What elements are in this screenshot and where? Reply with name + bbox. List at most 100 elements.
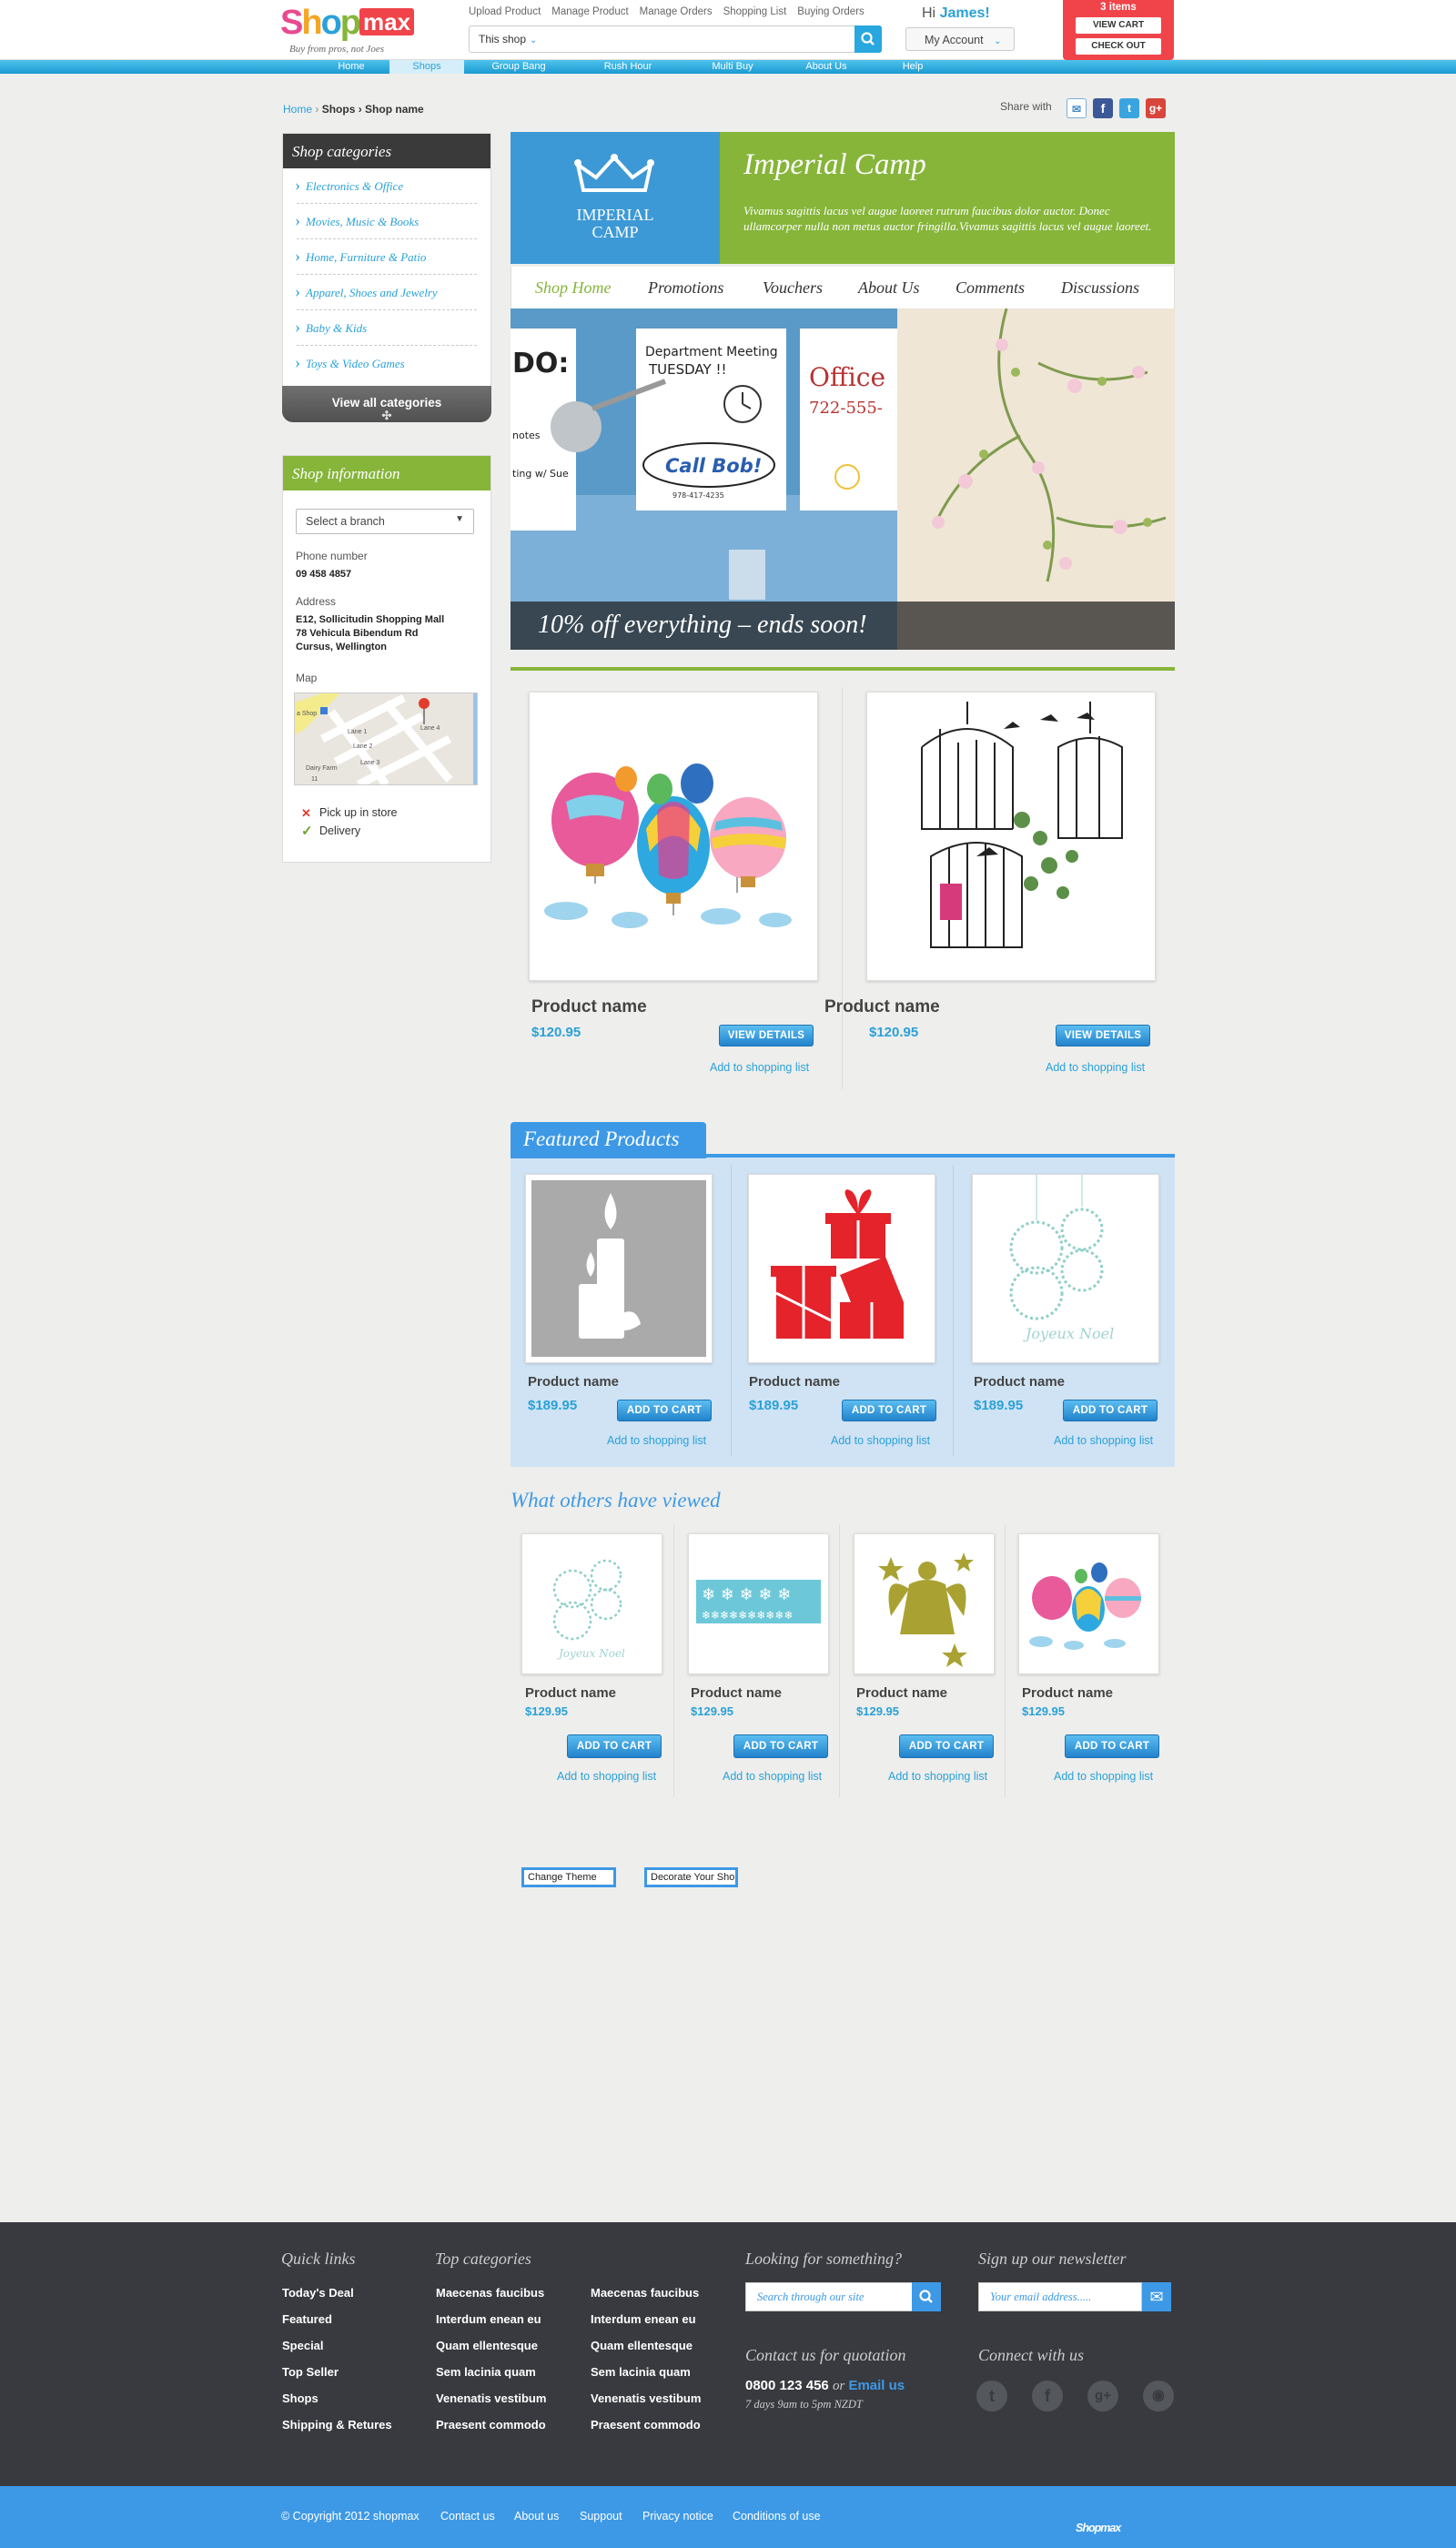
footer-search-input[interactable]: Search through our site [745, 2282, 915, 2311]
manage-product-link[interactable]: Manage Product [551, 6, 628, 17]
add-to-shopping-list-link[interactable]: Add to shopping list [607, 1434, 706, 1447]
category-baby[interactable]: Baby & Kids [295, 309, 477, 346]
add-to-shopping-list-link[interactable]: Add to shopping list [1046, 1061, 1145, 1074]
about-us-link[interactable]: About us [514, 2510, 559, 2523]
footer-category-link[interactable]: Interdum enean eu [591, 2312, 696, 2326]
search-scope-dropdown[interactable]: This shop ⌄ [479, 33, 537, 46]
footer-category-link[interactable]: Sem lacinia quam [436, 2365, 536, 2379]
product-image[interactable] [748, 1174, 935, 1363]
product-image[interactable] [1018, 1533, 1159, 1674]
decorate-shop-button[interactable]: Decorate Your Shop [644, 1867, 738, 1887]
nav-help[interactable]: Help [876, 60, 949, 74]
product-name[interactable]: Product name [525, 1685, 616, 1701]
newsletter-submit-button[interactable]: ✉ [1142, 2282, 1171, 2311]
product-name[interactable]: Product name [1022, 1685, 1113, 1701]
footer-category-link[interactable]: Maecenas faucibus [591, 2286, 699, 2300]
shopping-list-link[interactable]: Shopping List [723, 6, 787, 17]
nav-home[interactable]: Home [323, 60, 379, 74]
my-account-dropdown[interactable]: My Account ⌄ [905, 27, 1015, 51]
add-to-cart-button[interactable]: ADD TO CART [567, 1734, 662, 1758]
checkout-button[interactable]: CHECK OUT [1076, 38, 1161, 55]
hero-banner[interactable]: DO: notes ting w/ Sue Department Meeting… [511, 308, 1175, 650]
product-image[interactable]: Joyeux Noel [972, 1174, 1159, 1363]
add-to-cart-button[interactable]: ADD TO CART [842, 1400, 936, 1421]
tab-promotions[interactable]: Promotions [648, 278, 723, 298]
add-to-cart-button[interactable]: ADD TO CART [1065, 1734, 1159, 1758]
footer-link[interactable]: Special [282, 2339, 324, 2352]
product-name[interactable]: Product name [824, 997, 940, 1017]
nav-group-bang[interactable]: Group Bang [482, 60, 555, 74]
product-image[interactable] [525, 1174, 713, 1363]
email-us-link[interactable]: Email us [848, 2378, 905, 2393]
product-image[interactable] [529, 692, 818, 981]
tab-discussions[interactable]: Discussions [1061, 278, 1139, 298]
conditions-of-use-link[interactable]: Conditions of use [733, 2510, 821, 2523]
footer-link[interactable]: Shops [282, 2391, 318, 2405]
view-cart-button[interactable]: VIEW CART [1076, 17, 1161, 34]
product-name[interactable]: Product name [691, 1685, 782, 1701]
email-icon[interactable]: ✉ [1067, 98, 1087, 118]
support-link[interactable]: Suppout [580, 2510, 622, 2523]
shopmax-logo[interactable]: Shop max Buy from pros, not Joes [280, 4, 417, 55]
newsletter-email-input[interactable]: Your email address..... [978, 2282, 1142, 2311]
nav-shops[interactable]: Shops [389, 60, 464, 74]
footer-link[interactable]: Shipping & Retures [282, 2418, 392, 2432]
product-image[interactable]: ❄ ❄ ❄ ❄ ❄ ❄❄❄❄❄❄❄❄❄❄ [688, 1533, 829, 1674]
user-name[interactable]: James! [940, 5, 990, 21]
contact-us-link[interactable]: Contact us [440, 2510, 495, 2523]
buying-orders-link[interactable]: Buying Orders [797, 6, 864, 17]
twitter-icon[interactable]: t [1119, 98, 1139, 118]
search-input[interactable]: This shop ⌄ [469, 25, 882, 53]
category-movies[interactable]: Movies, Music & Books [295, 203, 477, 239]
add-to-shopping-list-link[interactable]: Add to shopping list [557, 1770, 656, 1783]
product-image[interactable] [854, 1533, 995, 1674]
add-to-shopping-list-link[interactable]: Add to shopping list [710, 1061, 809, 1074]
add-to-cart-button[interactable]: ADD TO CART [899, 1734, 994, 1758]
upload-product-link[interactable]: Upload Product [469, 6, 541, 17]
footer-category-link[interactable]: Sem lacinia quam [591, 2365, 691, 2379]
footer-category-link[interactable]: Interdum enean eu [436, 2312, 541, 2326]
tab-shop-home[interactable]: Shop Home [535, 278, 612, 298]
nav-rush-hour[interactable]: Rush Hour [592, 60, 664, 74]
privacy-notice-link[interactable]: Privacy notice [642, 2510, 713, 2523]
category-apparel[interactable]: Apparel, Shoes and Jewelry [295, 274, 477, 310]
twitter-icon[interactable]: t [976, 2381, 1007, 2412]
search-button[interactable] [854, 25, 882, 53]
footer-category-link[interactable]: Praesent commodo [436, 2418, 546, 2432]
product-image[interactable]: Joyeux Noel [521, 1533, 662, 1674]
product-name[interactable]: Product name [749, 1374, 840, 1390]
facebook-icon[interactable]: f [1093, 98, 1113, 118]
add-to-shopping-list-link[interactable]: Add to shopping list [831, 1434, 930, 1447]
footer-category-link[interactable]: Maecenas faucibus [436, 2286, 544, 2300]
footer-search-button[interactable] [912, 2282, 941, 2311]
footer-category-link[interactable]: Venenatis vestibum [591, 2391, 701, 2405]
tab-about-us[interactable]: About Us [858, 278, 920, 298]
add-to-shopping-list-link[interactable]: Add to shopping list [1054, 1434, 1153, 1447]
change-theme-button[interactable]: Change Theme [521, 1867, 616, 1887]
footer-link[interactable]: Featured [282, 2312, 332, 2326]
breadcrumb-home[interactable]: Home [283, 103, 312, 116]
add-to-cart-button[interactable]: ADD TO CART [617, 1400, 712, 1421]
footer-category-link[interactable]: Praesent commodo [591, 2418, 701, 2432]
add-to-shopping-list-link[interactable]: Add to shopping list [888, 1770, 987, 1783]
manage-orders-link[interactable]: Manage Orders [640, 6, 713, 17]
footer-category-link[interactable]: Quam ellentesque [591, 2339, 693, 2352]
product-name[interactable]: Product name [974, 1374, 1065, 1390]
product-image[interactable] [866, 692, 1156, 981]
footer-category-link[interactable]: Quam ellentesque [436, 2339, 538, 2352]
product-name[interactable]: Product name [528, 1374, 619, 1390]
category-toys[interactable]: Toys & Video Games [295, 345, 477, 381]
google-plus-icon[interactable]: g+ [1087, 2381, 1118, 2412]
google-plus-icon[interactable]: g+ [1146, 98, 1166, 118]
tab-comments[interactable]: Comments [956, 278, 1025, 298]
view-all-categories-button[interactable]: View all categories ✣ [282, 386, 491, 422]
add-to-shopping-list-link[interactable]: Add to shopping list [1054, 1770, 1153, 1783]
product-name[interactable]: Product name [531, 997, 647, 1017]
nav-multi-buy[interactable]: Multi Buy [696, 60, 769, 74]
shop-map[interactable]: a Shop Lane 1 Lane 2 Lane 3 Lane 4 Dairy Farm… [294, 693, 478, 785]
view-details-button[interactable]: VIEW DETAILS [1056, 1025, 1150, 1046]
add-to-cart-button[interactable]: ADD TO CART [733, 1734, 828, 1758]
add-to-cart-button[interactable]: ADD TO CART [1063, 1400, 1158, 1421]
category-electronics[interactable]: Electronics & Office [295, 167, 477, 204]
view-details-button[interactable]: VIEW DETAILS [719, 1025, 814, 1046]
